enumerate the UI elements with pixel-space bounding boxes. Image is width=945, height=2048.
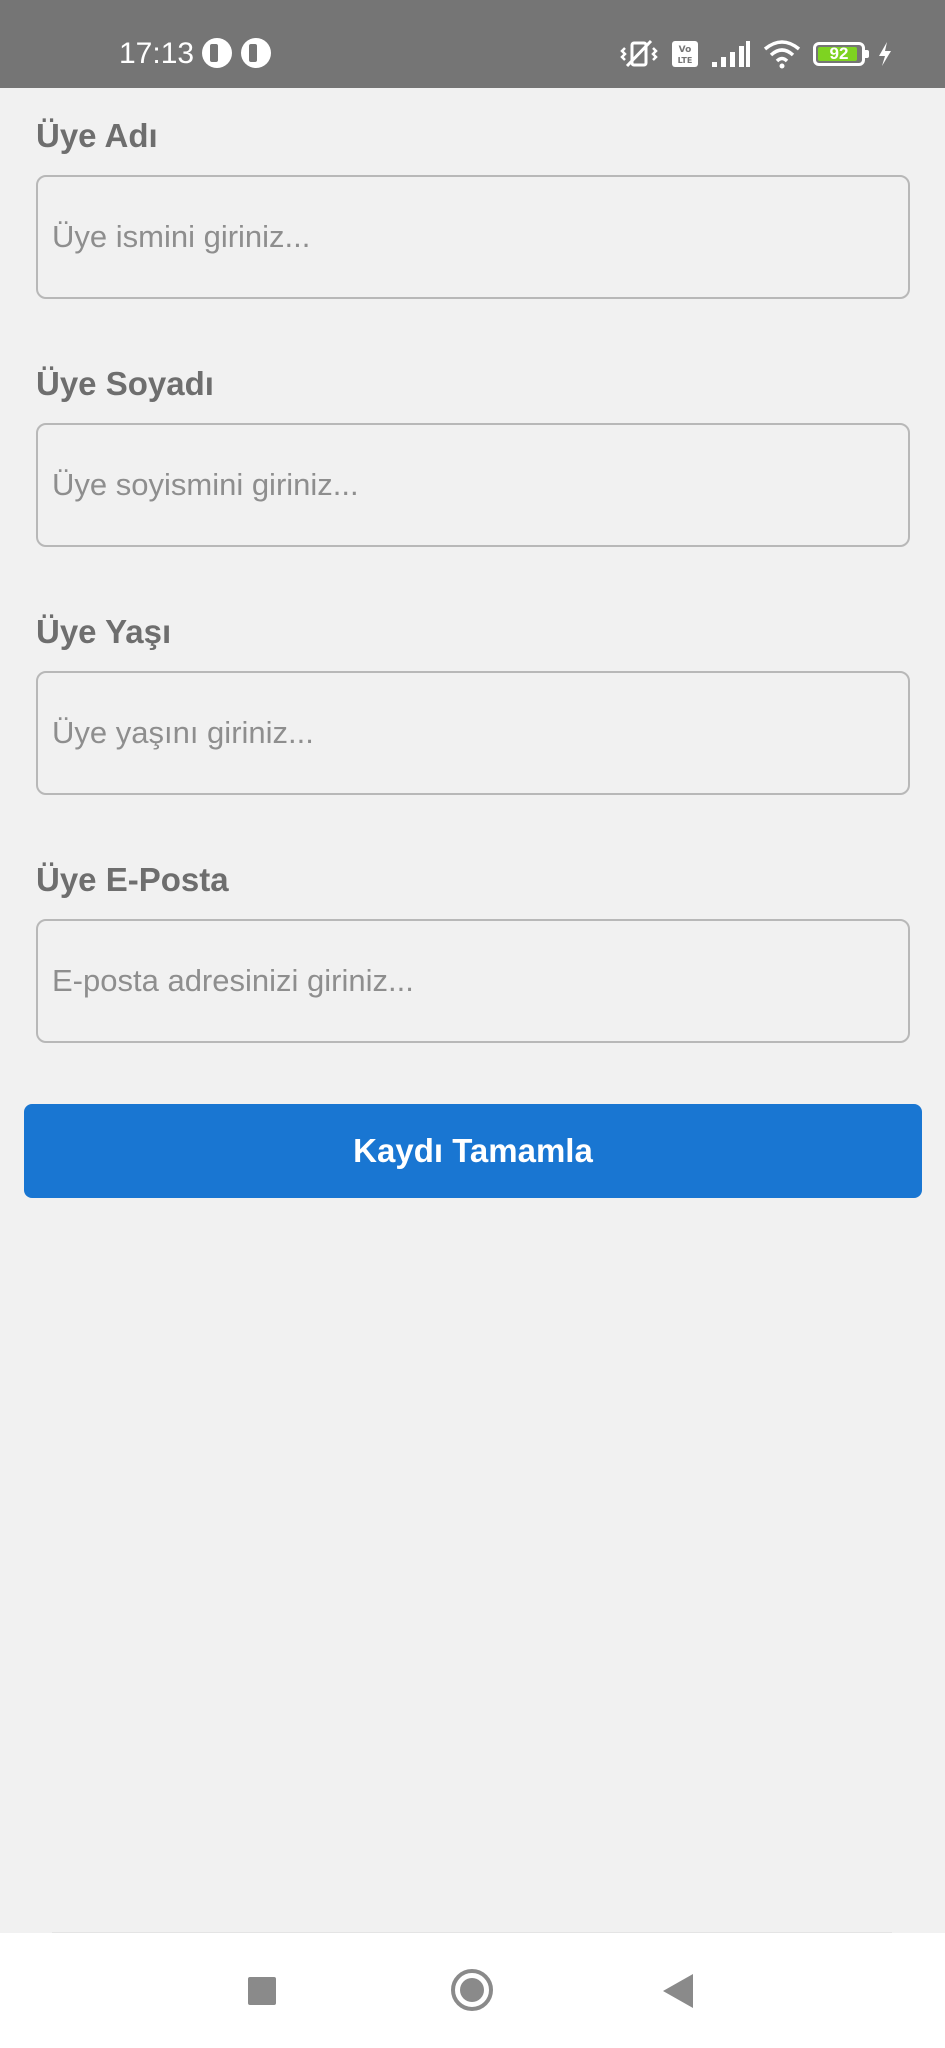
battery-icon: 92 bbox=[813, 42, 869, 66]
email-label: Üye E-Posta bbox=[36, 861, 229, 898]
vibrate-off-icon bbox=[619, 38, 659, 70]
last-name-input[interactable] bbox=[36, 423, 910, 547]
status-time: 17:13 bbox=[119, 37, 195, 70]
status-bar: 17:13 Vo LTE 92 bbox=[0, 0, 945, 88]
age-label: Üye Yaşı bbox=[36, 613, 172, 650]
first-name-input[interactable] bbox=[36, 175, 910, 299]
app-notification-icon bbox=[202, 38, 232, 68]
svg-text:LTE: LTE bbox=[678, 56, 693, 65]
email-input[interactable] bbox=[36, 919, 910, 1043]
battery-level: 92 bbox=[829, 44, 849, 63]
svg-text:Vo: Vo bbox=[679, 45, 692, 55]
app-notification-icon bbox=[241, 38, 271, 68]
last-name-label: Üye Soyadı bbox=[36, 365, 214, 402]
home-button[interactable] bbox=[451, 1969, 493, 2011]
recent-apps-button[interactable] bbox=[248, 1977, 276, 2005]
complete-registration-button[interactable]: Kaydı Tamamla bbox=[24, 1104, 922, 1198]
first-name-label: Üye Adı bbox=[36, 117, 158, 154]
wifi-icon bbox=[763, 39, 801, 69]
status-system-icons: Vo LTE 92 bbox=[619, 36, 893, 72]
signal-icon bbox=[711, 40, 751, 68]
navigation-bar bbox=[0, 1933, 945, 2048]
volte-icon: Vo LTE bbox=[671, 40, 699, 68]
charging-icon bbox=[877, 41, 893, 67]
age-input[interactable] bbox=[36, 671, 910, 795]
back-button[interactable] bbox=[663, 1974, 693, 2008]
status-notification-icons bbox=[202, 38, 271, 68]
